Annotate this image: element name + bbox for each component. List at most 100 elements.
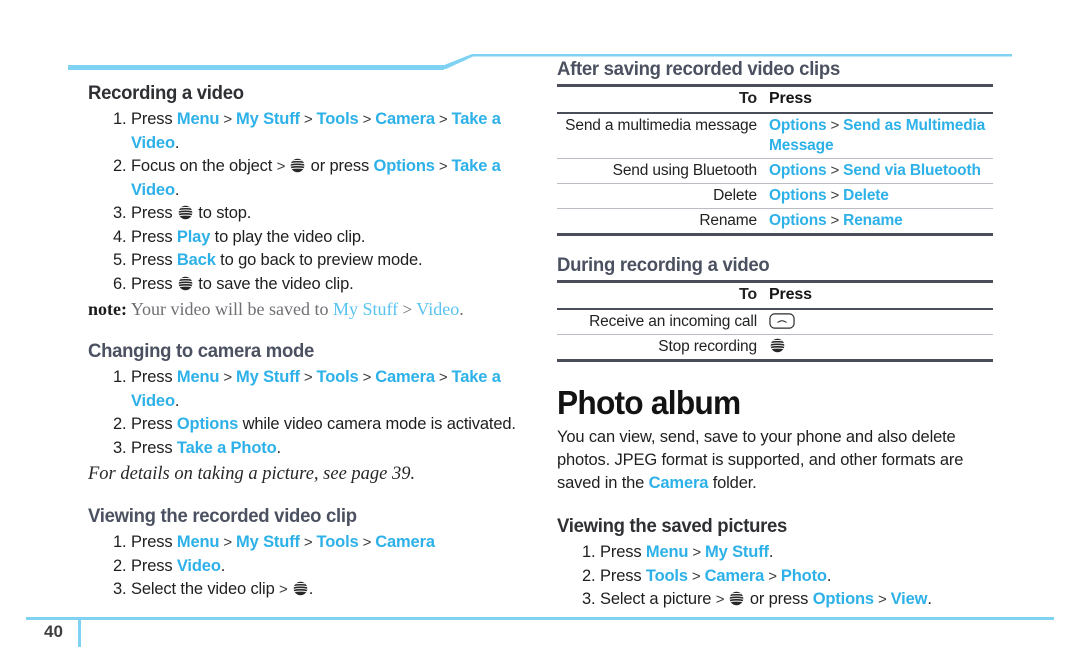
cell-to: Send using Bluetooth — [612, 162, 758, 179]
path-separator: > — [873, 591, 891, 608]
highlighted-term: Camera — [704, 566, 765, 585]
step-item: Press to save the video clip. — [113, 273, 518, 297]
note-video-saved: note: Your video will be saved to My Stu… — [88, 298, 518, 321]
plain-text: . — [927, 590, 932, 608]
cell-press: Options > Send via Bluetooth — [767, 159, 993, 184]
plain-text: . — [308, 580, 314, 598]
path-separator: > — [276, 158, 290, 175]
heading-changing-to-camera-mode: Changing to camera mode — [88, 340, 315, 362]
plain-text: Press — [131, 251, 177, 269]
table-body: Send a multimedia message Options > Send … — [557, 113, 993, 235]
step-item: Select a picture > or press Options > Vi… — [582, 588, 993, 612]
column-header-press: Press — [769, 286, 812, 303]
plain-text: folder. — [708, 474, 757, 492]
path-separator: > — [826, 187, 844, 204]
highlighted-term: Tools — [316, 110, 359, 128]
cell-to: Receive an incoming call — [589, 313, 757, 330]
footer-divider — [26, 617, 1054, 620]
table-body: Receive an incoming call Stop recording — [557, 309, 993, 361]
step-item: Press Options while video camera mode is… — [113, 413, 518, 437]
left-column: Recording a video Press Menu > My Stuff … — [88, 82, 518, 602]
heading-during-recording-a-video: During recording a video — [557, 254, 770, 276]
note-text-before: Your video will be saved to — [127, 299, 333, 319]
highlighted-term: View — [890, 590, 928, 608]
column-header-to: To — [738, 90, 757, 107]
path-separator: > — [715, 591, 729, 608]
highlighted-term: Options — [769, 162, 827, 179]
cell-to: Delete — [713, 187, 757, 204]
table-row: Send a multimedia message Options > Send … — [557, 113, 993, 159]
plain-text: to play the video clip. — [210, 227, 366, 246]
highlighted-term: Tools — [316, 533, 359, 551]
path-separator: > — [358, 369, 376, 386]
plain-text: Press — [131, 556, 177, 575]
att-globe-icon — [178, 205, 193, 220]
column-header-to: To — [738, 286, 757, 303]
path-separator: > — [299, 534, 317, 551]
path-separator: > — [434, 111, 452, 128]
table-row: Receive an incoming call — [557, 309, 993, 335]
note-link-my-stuff: My Stuff — [333, 299, 399, 319]
plain-text: Press — [131, 415, 177, 433]
steps-recording-a-video: Press Menu > My Stuff > Tools > Camera >… — [88, 108, 518, 296]
heading-viewing-recorded-video-clip: Viewing the recorded video clip — [88, 505, 357, 527]
plain-text: while video camera mode is activated. — [238, 415, 516, 433]
table-header-row: To Press — [557, 281, 993, 309]
plain-text: Select the video clip — [131, 580, 280, 598]
plain-text: to save the video clip. — [193, 274, 354, 293]
plain-text: Press — [131, 204, 177, 222]
plain-text: Focus on the object — [131, 157, 277, 175]
plain-text: Press — [131, 368, 177, 386]
path-separator: > — [358, 534, 376, 551]
step-item: Press Menu > My Stuff > Tools > Camera >… — [113, 108, 518, 155]
step-item: Press Tools > Camera > Photo. — [582, 565, 993, 589]
step-item: Select the video clip > . — [113, 578, 518, 602]
highlighted-term: Camera — [375, 110, 435, 128]
heading-after-saving-recorded-video-clips: After saving recorded video clips — [557, 58, 840, 80]
highlighted-term: Take a Photo — [176, 438, 277, 457]
path-separator: > — [219, 111, 237, 128]
steps-changing-to-camera-mode: Press Menu > My Stuff > Tools > Camera >… — [88, 366, 518, 460]
path-separator: > — [826, 162, 844, 179]
path-separator: > — [219, 534, 237, 551]
plain-text: . — [768, 543, 774, 561]
cell-to: Stop recording — [658, 338, 757, 355]
table-row: Stop recording — [557, 335, 993, 361]
table-row: Rename Options > Rename — [557, 209, 993, 235]
highlighted-term: Send via Bluetooth — [843, 162, 981, 179]
plain-text: Press — [131, 274, 177, 293]
plain-text: You can view, send, save to your phone a… — [557, 428, 964, 492]
att-globe-icon — [770, 338, 785, 353]
path-separator: > — [299, 369, 317, 386]
highlighted-term: Menu — [176, 368, 220, 386]
path-separator: > — [219, 369, 237, 386]
path-separator: > — [279, 581, 292, 598]
table-during-recording-a-video: To Press Receive an incoming call Stop re… — [557, 280, 993, 362]
highlighted-term: Camera — [648, 474, 709, 492]
table-header-row: To Press — [557, 85, 993, 113]
step-item: Press Back to go back to preview mode. — [113, 249, 518, 273]
path-separator: > — [358, 111, 376, 128]
note-link-video: Video — [416, 299, 460, 319]
step-item: Press Menu > My Stuff > Tools > Camera — [113, 531, 518, 555]
table-row: Delete Options > Delete — [557, 184, 993, 209]
steps-viewing-the-saved-pictures: Press Menu > My Stuff. Press Tools > Came… — [557, 541, 993, 612]
highlighted-term: Options — [769, 117, 827, 134]
table-after-saving-recorded-video-clips: To Press Send a multimedia message Option… — [557, 84, 993, 236]
path-separator: > — [434, 158, 452, 175]
path-separator: > — [299, 111, 317, 128]
page-title-photo-album: Photo album — [557, 384, 741, 421]
highlighted-term: My Stuff — [236, 368, 300, 386]
path-separator: > — [764, 567, 781, 585]
highlighted-term: Camera — [375, 533, 435, 551]
plain-text: or press — [306, 157, 374, 175]
cell-press: Options > Rename — [767, 209, 993, 235]
table-row: Send using Bluetooth Options > Send via B… — [557, 159, 993, 184]
highlighted-term: Rename — [843, 212, 903, 229]
att-globe-icon — [290, 158, 305, 173]
step-item: Press Take a Photo. — [113, 437, 518, 461]
step-item: Press Video. — [113, 555, 518, 579]
att-globe-icon — [293, 581, 307, 596]
plain-text: . — [826, 566, 832, 585]
highlighted-term: Menu — [176, 533, 220, 551]
